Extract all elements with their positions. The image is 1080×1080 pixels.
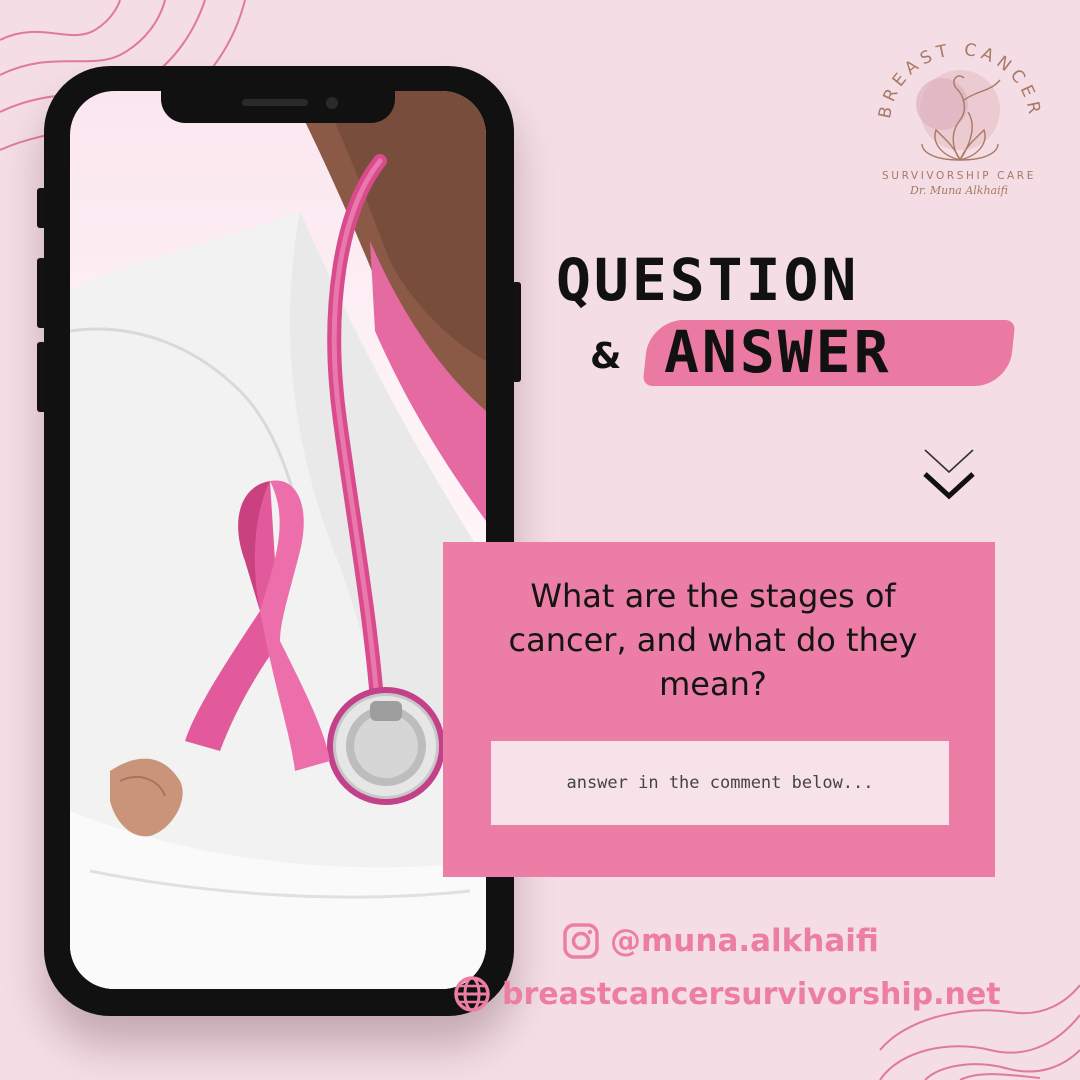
logo-signature: Dr. Muna Alkhaifi: [910, 184, 1008, 197]
chevron-down-icon: [923, 449, 975, 500]
headline-question: QUESTION: [556, 246, 860, 314]
website-link[interactable]: breastcancersurvivorship.net: [502, 977, 1001, 1012]
headline-answer: ANSWER: [664, 318, 892, 386]
instagram-handle-row[interactable]: @muna.alkhaifi: [562, 922, 879, 960]
phone-camera: [326, 97, 338, 109]
question-card: What are the stages of cancer, and what …: [443, 542, 995, 877]
headline-ampersand: &: [590, 336, 622, 377]
answer-prompt-box: answer in the comment below...: [491, 741, 949, 825]
instagram-icon: [563, 923, 599, 959]
answer-hint-text: answer in the comment below...: [566, 773, 874, 793]
question-text: What are the stages of cancer, and what …: [508, 577, 918, 703]
phone-screen-photo: [70, 91, 486, 989]
website-row[interactable]: breastcancersurvivorship.net: [452, 974, 1001, 1014]
post-canvas: BREAST CANCER SURVIVORSHIP CARE Dr. Muna…: [0, 0, 1080, 1080]
doctor-ribbon-illustration: [70, 91, 486, 989]
instagram-handle[interactable]: @muna.alkhaifi: [610, 923, 879, 959]
phone-notch: [161, 91, 395, 123]
globe-icon: [454, 976, 490, 1012]
logo-subtitle: SURVIVORSHIP CARE: [882, 170, 1036, 182]
phone-speaker: [242, 99, 308, 106]
